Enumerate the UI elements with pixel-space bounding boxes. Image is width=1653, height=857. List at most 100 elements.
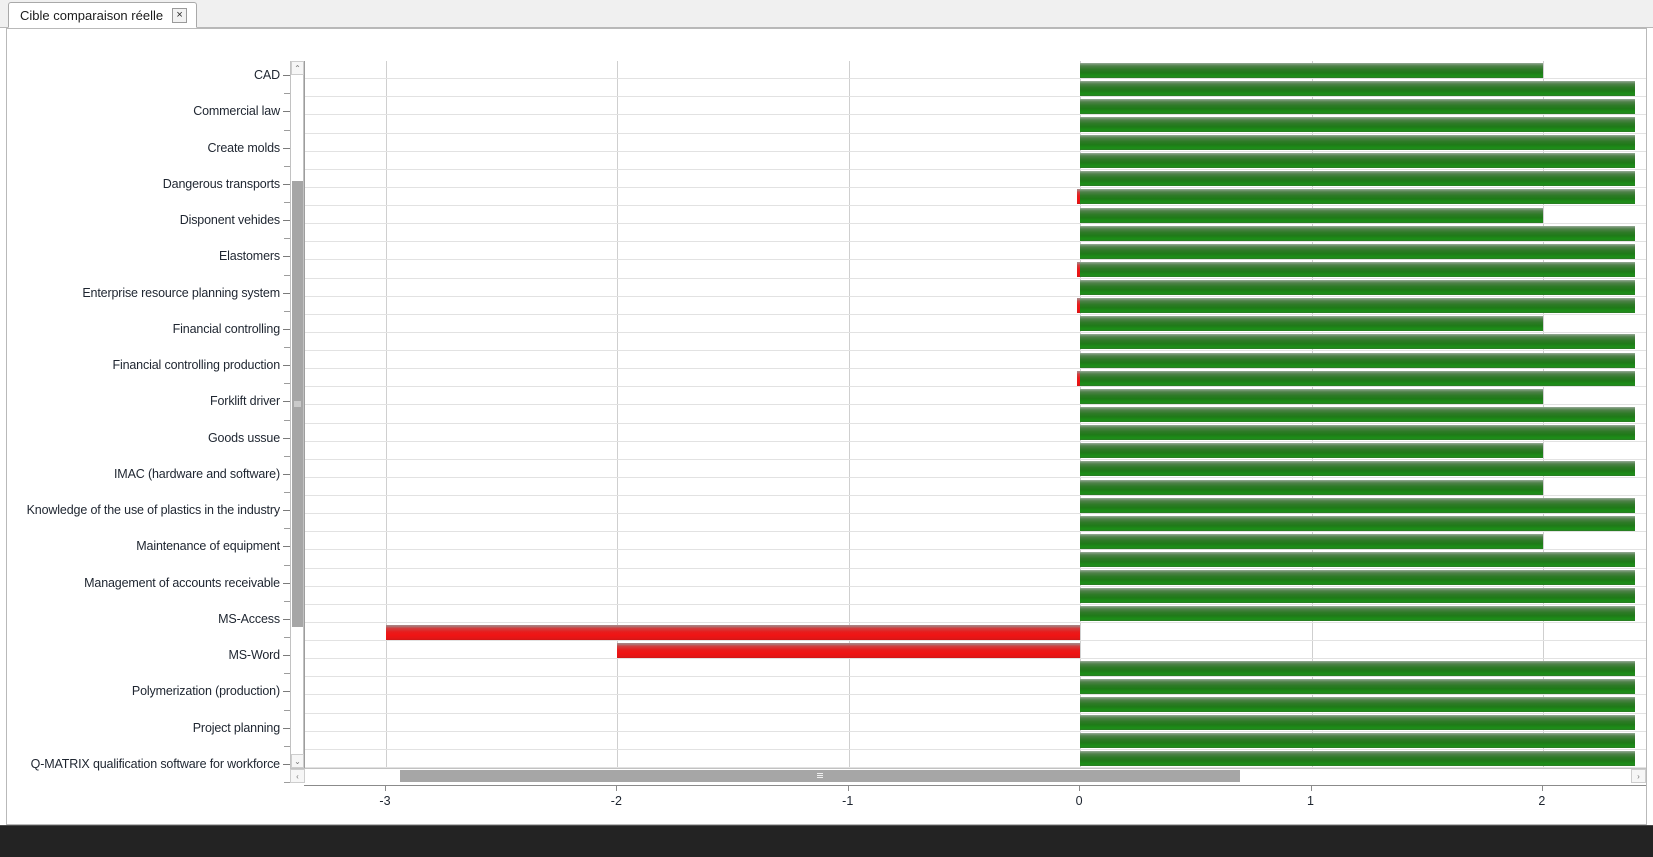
bar[interactable]	[1080, 679, 1636, 694]
bar-stub[interactable]	[1077, 262, 1081, 277]
y-axis-label: Financial controlling production	[112, 358, 280, 373]
bar[interactable]	[385, 625, 1081, 640]
tab-label: Cible comparaison réelle	[20, 7, 164, 23]
y-axis-tick	[283, 546, 290, 548]
bar[interactable]	[1080, 153, 1636, 168]
bar[interactable]	[1080, 516, 1636, 531]
bar[interactable]	[1080, 208, 1543, 223]
bar[interactable]	[1080, 63, 1543, 78]
y-axis-tick	[283, 328, 290, 330]
bar[interactable]	[1080, 606, 1636, 621]
bar[interactable]	[1080, 425, 1636, 440]
bar[interactable]	[1080, 443, 1543, 458]
bar[interactable]	[1080, 189, 1636, 204]
bar-stub[interactable]	[1077, 189, 1081, 204]
bar[interactable]	[1080, 117, 1636, 132]
x-axis-tick	[1541, 785, 1543, 791]
bar-stub[interactable]	[1077, 371, 1081, 386]
x-axis-tick-label: 2	[1538, 794, 1546, 808]
bar[interactable]	[1080, 99, 1636, 114]
x-axis-tick-label: 0	[1075, 794, 1083, 808]
bar[interactable]	[1080, 461, 1636, 476]
gridline-horizontal	[305, 531, 1646, 532]
bar[interactable]	[1080, 751, 1636, 766]
application-window: Cible comparaison réelle × CAD Commercial…	[0, 0, 1653, 857]
bar[interactable]	[1080, 135, 1636, 150]
y-axis-tick	[283, 365, 290, 367]
bar[interactable]	[1080, 353, 1636, 368]
gridline-horizontal	[305, 604, 1646, 605]
bar-stub[interactable]	[1077, 298, 1081, 313]
x-axis-tick	[616, 785, 618, 791]
scroll-up-icon[interactable]: ⌃	[291, 61, 304, 75]
bar[interactable]	[1080, 480, 1543, 495]
plot-area	[304, 61, 1646, 768]
bar[interactable]	[1080, 715, 1636, 730]
bar[interactable]	[1080, 407, 1636, 422]
bar[interactable]	[1080, 280, 1636, 295]
y-axis-tick	[283, 727, 290, 729]
bar[interactable]	[1080, 498, 1636, 513]
y-axis-tick	[283, 401, 290, 403]
bar[interactable]	[1080, 697, 1636, 712]
gridline-horizontal	[305, 368, 1646, 369]
gridline-horizontal	[305, 278, 1646, 279]
bar[interactable]	[1080, 244, 1636, 259]
bar[interactable]	[1080, 534, 1543, 549]
scroll-left-icon[interactable]: ‹	[290, 769, 305, 783]
bar[interactable]	[1080, 733, 1636, 748]
gridline-vertical	[617, 61, 619, 768]
gridline-horizontal	[305, 205, 1646, 206]
horizontal-scrollbar[interactable]: ‹ ›	[290, 768, 1646, 783]
gridline-horizontal	[305, 441, 1646, 442]
y-axis-tick	[283, 764, 290, 765]
y-axis-label: CAD	[254, 68, 280, 83]
close-icon[interactable]: ×	[172, 7, 188, 23]
bar-chart: CAD Commercial law Create molds Dangerous t…	[7, 29, 1646, 824]
bar[interactable]	[1080, 81, 1636, 96]
bar[interactable]	[1080, 226, 1636, 241]
scroll-down-icon[interactable]: ⌄	[291, 754, 304, 768]
y-axis-label: Create molds	[207, 140, 280, 155]
y-axis-label: IMAC (hardware and software)	[113, 466, 280, 481]
bar[interactable]	[1080, 262, 1636, 277]
y-axis-tick	[283, 582, 290, 584]
x-axis-tick-label: -3	[379, 794, 391, 808]
bar[interactable]	[1080, 570, 1636, 585]
gridline-horizontal	[305, 694, 1646, 695]
y-axis-tick	[283, 147, 290, 149]
x-axis-tick	[847, 785, 849, 791]
vertical-scrollbar[interactable]: ⌃ ⌄	[290, 61, 304, 768]
y-axis-label: Forklift driver	[210, 394, 280, 409]
y-axis-label: Management of accounts receivable	[84, 575, 280, 590]
horizontal-scrollbar-thumb[interactable]	[400, 770, 1240, 782]
gridline-horizontal	[305, 259, 1646, 260]
y-axis-label: Enterprise resource planning system	[82, 285, 280, 300]
vertical-scrollbar-thumb[interactable]	[292, 181, 303, 627]
y-axis-label: Polymerization (production)	[131, 684, 280, 699]
bar[interactable]	[1080, 588, 1636, 603]
tab-cible-comparaison-reelle[interactable]: Cible comparaison réelle ×	[8, 2, 198, 28]
y-axis-tick	[283, 618, 290, 620]
y-axis-label: MS-Access	[218, 611, 280, 626]
gridline-horizontal	[305, 622, 1646, 623]
bar[interactable]	[1080, 334, 1636, 349]
bar[interactable]	[1080, 661, 1636, 676]
bar[interactable]	[1080, 298, 1636, 313]
y-axis-tick	[283, 183, 290, 185]
bar[interactable]	[1080, 389, 1543, 404]
scroll-right-icon[interactable]: ›	[1631, 769, 1646, 783]
x-axis-tick-label: 1	[1307, 794, 1314, 808]
bar[interactable]	[1080, 371, 1636, 386]
gridline-horizontal	[305, 241, 1646, 242]
gridline-horizontal	[305, 223, 1646, 224]
gridline-horizontal	[305, 586, 1646, 587]
bar[interactable]	[617, 643, 1081, 658]
bar[interactable]	[1080, 552, 1636, 567]
y-axis-tick	[283, 691, 290, 693]
x-axis-line	[304, 785, 1646, 786]
bar[interactable]	[1080, 171, 1636, 186]
y-axis-tick	[283, 437, 290, 439]
y-axis-label: Commercial law	[193, 104, 280, 119]
bar[interactable]	[1080, 316, 1543, 331]
